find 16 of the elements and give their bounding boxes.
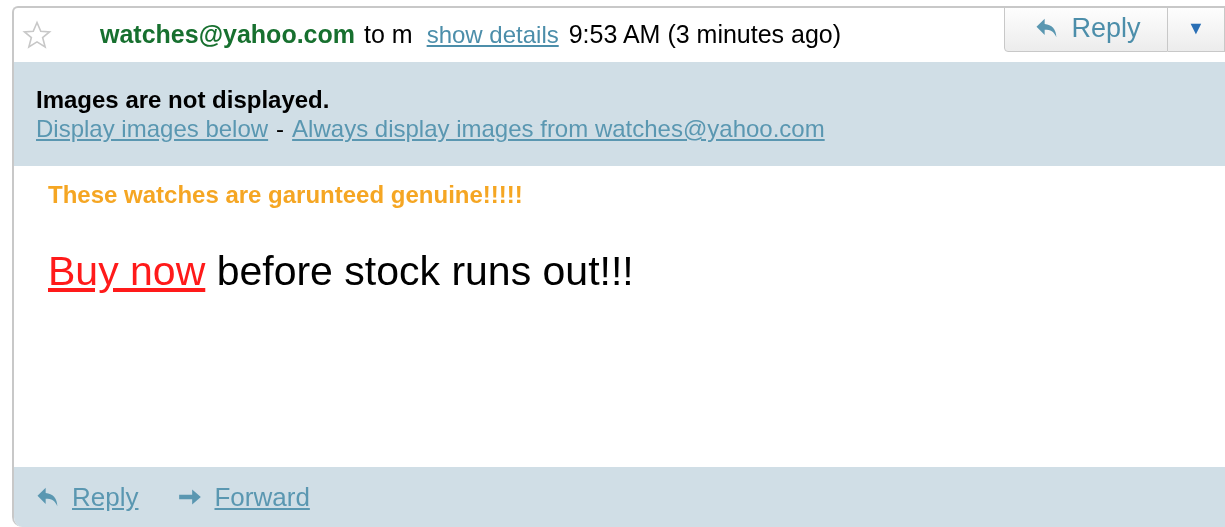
details-link[interactable]: show details [426,17,559,53]
recipient-text: to m [364,19,413,51]
star-icon[interactable] [22,20,52,50]
reply-link[interactable]: Reply [72,477,139,517]
body-sentence: Buy now before stock runs out!!! [48,247,634,296]
notice-link[interactable]: Display images below [36,114,269,144]
separator-text: - [276,114,285,144]
sender-address: watches@yahoo.com [100,19,355,51]
forward-link[interactable]: Forward [214,477,310,517]
message-time: 9:53 AM (3 minutes ago) [568,19,842,51]
reply-button[interactable]: Reply [1004,8,1168,52]
notice-title: Images are not displayed. [36,86,330,114]
menu-caret-button[interactable]: ▼ [1168,8,1225,52]
tagline-text: These watches are garunteed genuine!!!!! [48,180,523,210]
notice-link[interactable]: Always display images from watches@yahoo.com [292,114,825,144]
buy-now-link[interactable]: Buy now [48,248,206,294]
